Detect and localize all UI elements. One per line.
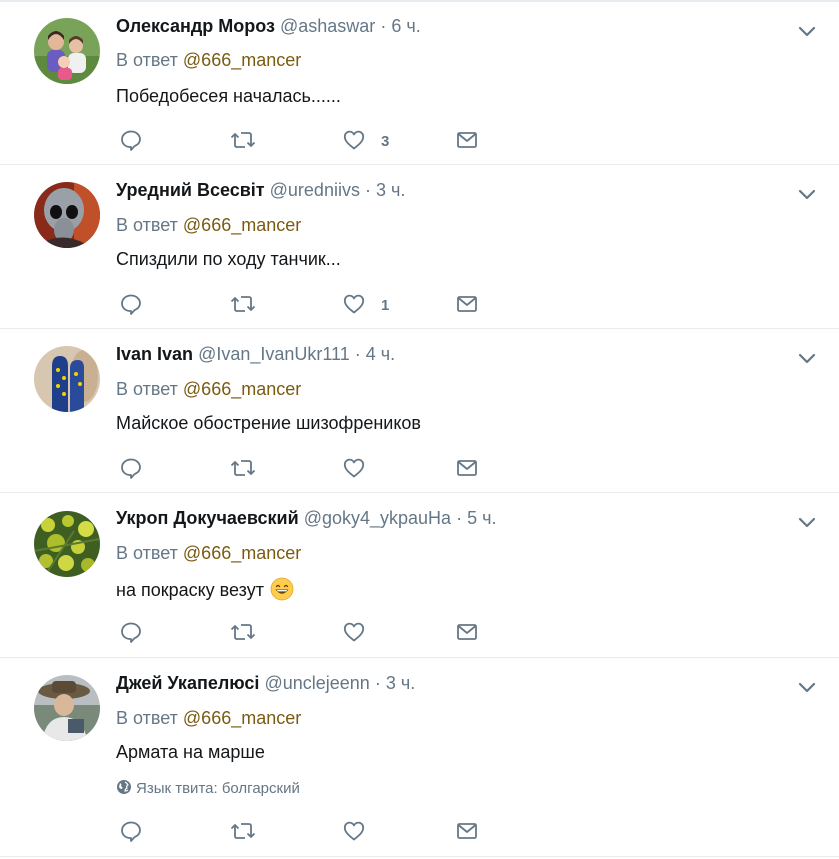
chevron-down-icon[interactable] — [796, 676, 818, 698]
reply-prefix: В ответ — [116, 708, 178, 728]
author-name[interactable]: Ivan Ivan — [116, 344, 193, 364]
tweet-text: Майское обострение шизофреников — [116, 413, 421, 433]
heart-icon[interactable] — [342, 292, 366, 316]
heart-icon[interactable] — [342, 456, 366, 480]
chevron-down-icon[interactable] — [796, 511, 818, 533]
reply-context: В ответ @666_mancer — [116, 50, 301, 71]
translate-note[interactable]: Язык твита: болгарский — [116, 779, 300, 797]
reply-icon[interactable] — [119, 620, 143, 644]
tweet[interactable]: Уредний Всесвіт @uredniivs · 3 ч. В отве… — [0, 165, 839, 329]
retweet-icon[interactable] — [230, 819, 256, 843]
tweet[interactable]: Укроп Докучаевский @goky4_ykpauHa · 5 ч.… — [0, 493, 839, 658]
tweet[interactable]: Ivan Ivan @Ivan_IvanUkr111 · 4 ч. В отве… — [0, 329, 839, 493]
separator: · — [380, 16, 387, 36]
grinning-face-emoji — [270, 577, 294, 601]
avatar[interactable] — [34, 18, 100, 84]
reply-context: В ответ @666_mancer — [116, 543, 301, 564]
reply-icon[interactable] — [119, 819, 143, 843]
avatar[interactable] — [34, 182, 100, 248]
tweet[interactable]: Олександр Мороз @ashaswar · 6 ч. В ответ… — [0, 2, 839, 165]
heart-icon[interactable] — [342, 128, 366, 152]
reply-icon[interactable] — [119, 292, 143, 316]
author-handle[interactable]: @goky4_ykpauHa — [304, 508, 451, 528]
reply-mention[interactable]: @666_mancer — [183, 215, 301, 235]
tweet-text: Спиздили по ходу танчик... — [116, 249, 341, 269]
timestamp[interactable]: 4 ч. — [366, 344, 395, 364]
tweet-text-body: на покраску везут — [116, 580, 264, 600]
author-handle[interactable]: @Ivan_IvanUkr111 — [198, 344, 350, 364]
envelope-icon[interactable] — [455, 292, 479, 316]
reply-mention[interactable]: @666_mancer — [183, 543, 301, 563]
retweet-icon[interactable] — [230, 292, 256, 316]
globe-icon — [117, 780, 131, 794]
heart-icon[interactable] — [342, 819, 366, 843]
author-handle[interactable]: @unclejeenn — [264, 673, 369, 693]
tweet-header: Укроп Докучаевский @goky4_ykpauHa · 5 ч. — [116, 508, 496, 529]
separator: · — [354, 344, 361, 364]
like-count: 3 — [381, 133, 390, 150]
separator: · — [374, 673, 381, 693]
reply-prefix: В ответ — [116, 379, 178, 399]
avatar[interactable] — [34, 675, 100, 741]
timestamp[interactable]: 6 ч. — [391, 16, 420, 36]
chevron-down-icon[interactable] — [796, 20, 818, 42]
reply-prefix: В ответ — [116, 50, 178, 70]
envelope-icon[interactable] — [455, 819, 479, 843]
chevron-down-icon[interactable] — [796, 183, 818, 205]
author-handle[interactable]: @uredniivs — [270, 180, 360, 200]
heart-icon[interactable] — [342, 620, 366, 644]
separator: · — [364, 180, 371, 200]
envelope-icon[interactable] — [455, 128, 479, 152]
author-name[interactable]: Уредний Всесвіт — [116, 180, 265, 200]
separator: · — [456, 508, 463, 528]
envelope-icon[interactable] — [455, 620, 479, 644]
reply-context: В ответ @666_mancer — [116, 708, 301, 729]
reply-mention[interactable]: @666_mancer — [183, 379, 301, 399]
avatar[interactable] — [34, 511, 100, 577]
author-name[interactable]: Джей Укапелюсі — [116, 673, 259, 693]
timestamp[interactable]: 3 ч. — [386, 673, 415, 693]
tweet[interactable]: Джей Укапелюсі @unclejeenn · 3 ч. В отве… — [0, 658, 839, 857]
chevron-down-icon[interactable] — [796, 347, 818, 369]
author-handle[interactable]: @ashaswar — [280, 16, 375, 36]
reply-prefix: В ответ — [116, 215, 178, 235]
retweet-icon[interactable] — [230, 456, 256, 480]
reply-context: В ответ @666_mancer — [116, 215, 301, 236]
tweet-text: Победобесея началась...... — [116, 86, 341, 106]
tweet-header: Уредний Всесвіт @uredniivs · 3 ч. — [116, 180, 405, 201]
language-label[interactable]: Язык твита: болгарский — [136, 780, 300, 797]
tweet-text: Армата на марше — [116, 742, 265, 762]
reply-icon[interactable] — [119, 128, 143, 152]
tweet-header: Ivan Ivan @Ivan_IvanUkr111 · 4 ч. — [116, 344, 395, 365]
tweet-text: на покраску везут — [116, 577, 294, 601]
reply-icon[interactable] — [119, 456, 143, 480]
avatar[interactable] — [34, 346, 100, 412]
reply-prefix: В ответ — [116, 543, 178, 563]
reply-mention[interactable]: @666_mancer — [183, 50, 301, 70]
reply-context: В ответ @666_mancer — [116, 379, 301, 400]
timestamp[interactable]: 5 ч. — [467, 508, 496, 528]
retweet-icon[interactable] — [230, 620, 256, 644]
timestamp[interactable]: 3 ч. — [376, 180, 405, 200]
retweet-icon[interactable] — [230, 128, 256, 152]
author-name[interactable]: Укроп Докучаевский — [116, 508, 299, 528]
tweet-header: Джей Укапелюсі @unclejeenn · 3 ч. — [116, 673, 415, 694]
author-name[interactable]: Олександр Мороз — [116, 16, 275, 36]
envelope-icon[interactable] — [455, 456, 479, 480]
tweet-header: Олександр Мороз @ashaswar · 6 ч. — [116, 16, 421, 37]
like-count: 1 — [381, 297, 390, 314]
reply-mention[interactable]: @666_mancer — [183, 708, 301, 728]
